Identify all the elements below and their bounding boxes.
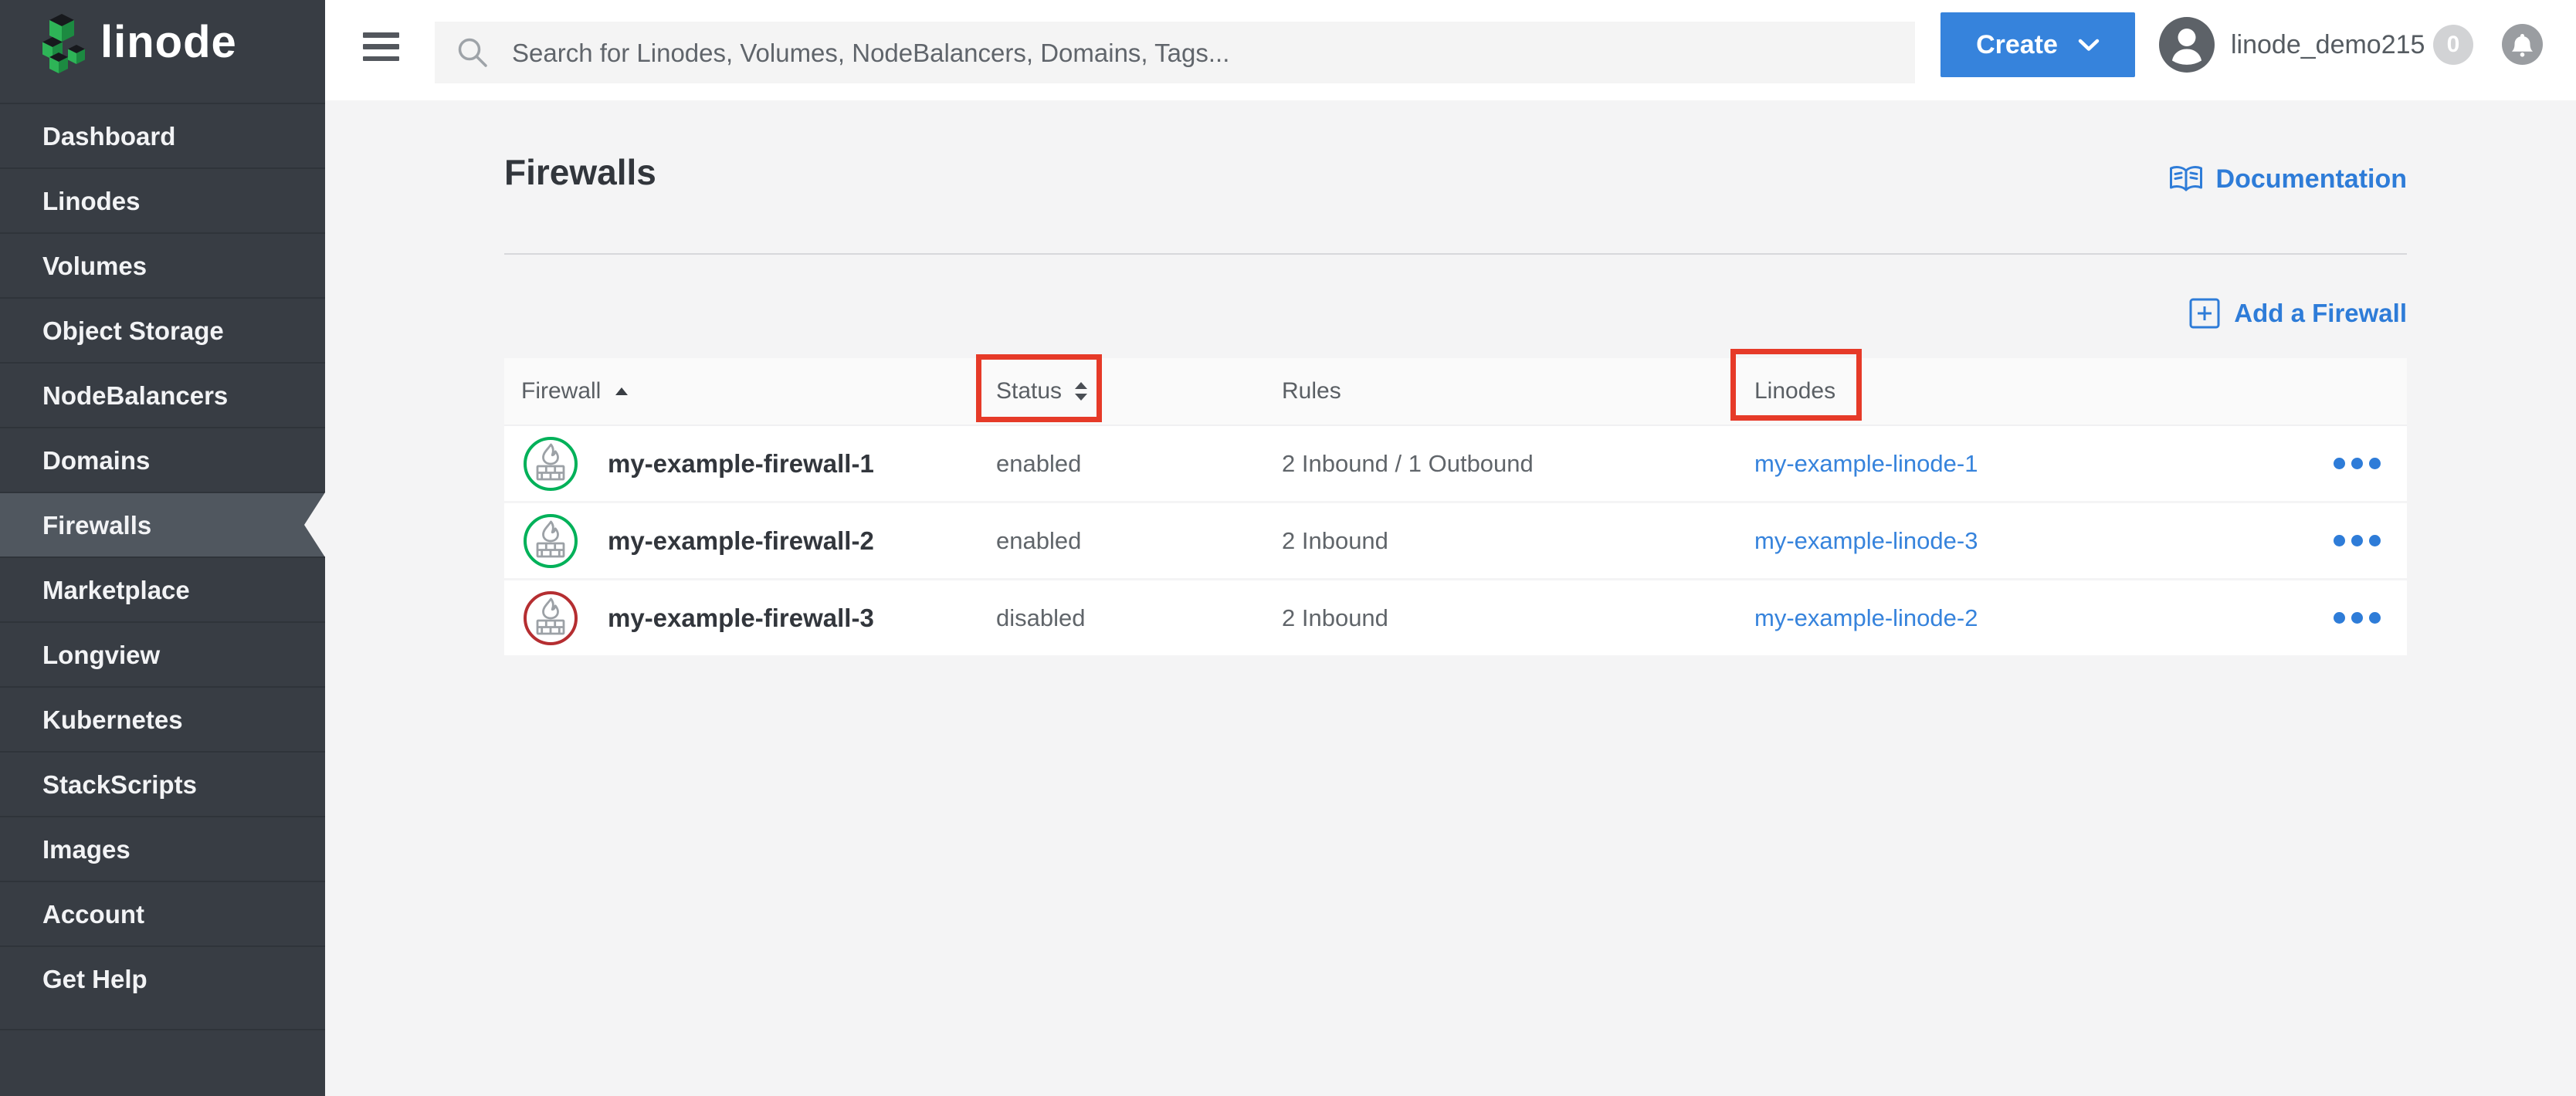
linode-cloud-manager: linode Dashboard Linodes Volumes Object … bbox=[0, 0, 2576, 1096]
sidebar-item-linodes[interactable]: Linodes bbox=[0, 167, 325, 232]
linode-logo[interactable]: linode bbox=[37, 14, 237, 74]
ellipsis-icon bbox=[2334, 458, 2345, 469]
logo-wordmark: linode bbox=[100, 16, 237, 68]
sidebar-item-longview[interactable]: Longview bbox=[0, 621, 325, 686]
page-title: Firewalls bbox=[504, 151, 656, 193]
create-button-label: Create bbox=[1976, 30, 2058, 60]
notification-count-badge[interactable]: 0 bbox=[2433, 25, 2473, 65]
rules-value: 2 Inbound bbox=[1282, 527, 1388, 555]
firewall-name-link[interactable]: my-example-firewall-1 bbox=[608, 449, 874, 479]
row-actions-button[interactable] bbox=[2327, 529, 2387, 553]
firewall-enabled-icon bbox=[521, 512, 580, 570]
table-row: my-example-firewall-3 disabled 2 Inbound… bbox=[504, 580, 2407, 658]
hamburger-menu-button[interactable] bbox=[363, 32, 399, 61]
firewall-name-link[interactable]: my-example-firewall-3 bbox=[608, 604, 874, 633]
sidebar-item-account[interactable]: Account bbox=[0, 881, 325, 945]
sidebar-item-dashboard[interactable]: Dashboard bbox=[0, 103, 325, 167]
column-header-firewall[interactable]: Firewall bbox=[504, 358, 981, 425]
sidebar-item-volumes[interactable]: Volumes bbox=[0, 232, 325, 297]
sidebar-item-images[interactable]: Images bbox=[0, 816, 325, 881]
chevron-down-icon bbox=[2078, 39, 2100, 52]
column-header-status[interactable]: Status bbox=[981, 358, 1271, 425]
sidebar-item-kubernetes[interactable]: Kubernetes bbox=[0, 686, 325, 751]
sidebar-item-marketplace[interactable]: Marketplace bbox=[0, 556, 325, 621]
sidebar-divider bbox=[0, 1029, 325, 1030]
bell-icon bbox=[2502, 24, 2543, 65]
rules-value: 2 Inbound bbox=[1282, 604, 1388, 632]
linode-cubes-icon bbox=[37, 14, 88, 74]
sidebar-item-domains[interactable]: Domains bbox=[0, 427, 325, 492]
row-actions-button[interactable] bbox=[2327, 606, 2387, 630]
column-header-linodes: Linodes bbox=[1744, 358, 2288, 425]
sidebar-item-get-help[interactable]: Get Help bbox=[0, 945, 325, 1010]
add-firewall-button[interactable]: Add a Firewall bbox=[2189, 295, 2407, 332]
topbar: Create linode_demo215 0 bbox=[325, 0, 2576, 100]
firewalls-page: Firewalls Documentation bbox=[504, 100, 2407, 1096]
row-actions-button[interactable] bbox=[2327, 452, 2387, 475]
linode-link[interactable]: my-example-linode-2 bbox=[1754, 604, 1978, 632]
linode-link[interactable]: my-example-linode-1 bbox=[1754, 450, 1978, 478]
user-avatar-icon bbox=[2159, 17, 2215, 73]
documentation-label: Documentation bbox=[2216, 164, 2407, 195]
add-firewall-label: Add a Firewall bbox=[2234, 299, 2407, 328]
ellipsis-icon bbox=[2334, 535, 2345, 546]
table-row: my-example-firewall-1 enabled 2 Inbound … bbox=[504, 426, 2407, 503]
search-icon bbox=[455, 35, 490, 70]
global-search bbox=[435, 22, 1915, 83]
status-value: disabled bbox=[996, 604, 1085, 632]
firewalls-table: Firewall Status Rules bbox=[504, 358, 2407, 658]
header-divider bbox=[504, 253, 2407, 255]
firewall-disabled-icon bbox=[521, 589, 580, 648]
notifications-button[interactable] bbox=[2502, 24, 2543, 65]
sidebar-nav: Dashboard Linodes Volumes Object Storage… bbox=[0, 103, 325, 1010]
plus-square-icon bbox=[2189, 298, 2220, 329]
sidebar-item-stackscripts[interactable]: StackScripts bbox=[0, 751, 325, 816]
sidebar-item-object-storage[interactable]: Object Storage bbox=[0, 297, 325, 362]
book-icon bbox=[2168, 164, 2204, 194]
linode-link[interactable]: my-example-linode-3 bbox=[1754, 527, 1978, 555]
status-value: enabled bbox=[996, 450, 1081, 478]
sort-ascending-icon bbox=[615, 387, 629, 396]
sidebar-item-firewalls[interactable]: Firewalls bbox=[0, 492, 325, 556]
column-header-rules: Rules bbox=[1271, 358, 1744, 425]
sort-icon bbox=[1074, 381, 1088, 401]
user-avatar[interactable] bbox=[2159, 17, 2215, 73]
sidebar-item-nodebalancers[interactable]: NodeBalancers bbox=[0, 362, 325, 427]
sidebar: linode Dashboard Linodes Volumes Object … bbox=[0, 0, 325, 1096]
username-label[interactable]: linode_demo215 bbox=[2231, 29, 2425, 60]
create-button[interactable]: Create bbox=[1940, 12, 2135, 77]
search-input[interactable] bbox=[510, 22, 1900, 85]
column-header-actions bbox=[2288, 358, 2407, 425]
rules-value: 2 Inbound / 1 Outbound bbox=[1282, 450, 1534, 478]
documentation-link[interactable]: Documentation bbox=[2168, 159, 2407, 199]
main-content: Firewalls Documentation bbox=[325, 100, 2576, 1096]
status-value: enabled bbox=[996, 527, 1081, 555]
firewall-enabled-icon bbox=[521, 435, 580, 493]
table-header-row: Firewall Status Rules bbox=[504, 358, 2407, 426]
ellipsis-icon bbox=[2334, 612, 2345, 624]
firewall-name-link[interactable]: my-example-firewall-2 bbox=[608, 526, 874, 556]
table-row: my-example-firewall-2 enabled 2 Inbound … bbox=[504, 503, 2407, 580]
